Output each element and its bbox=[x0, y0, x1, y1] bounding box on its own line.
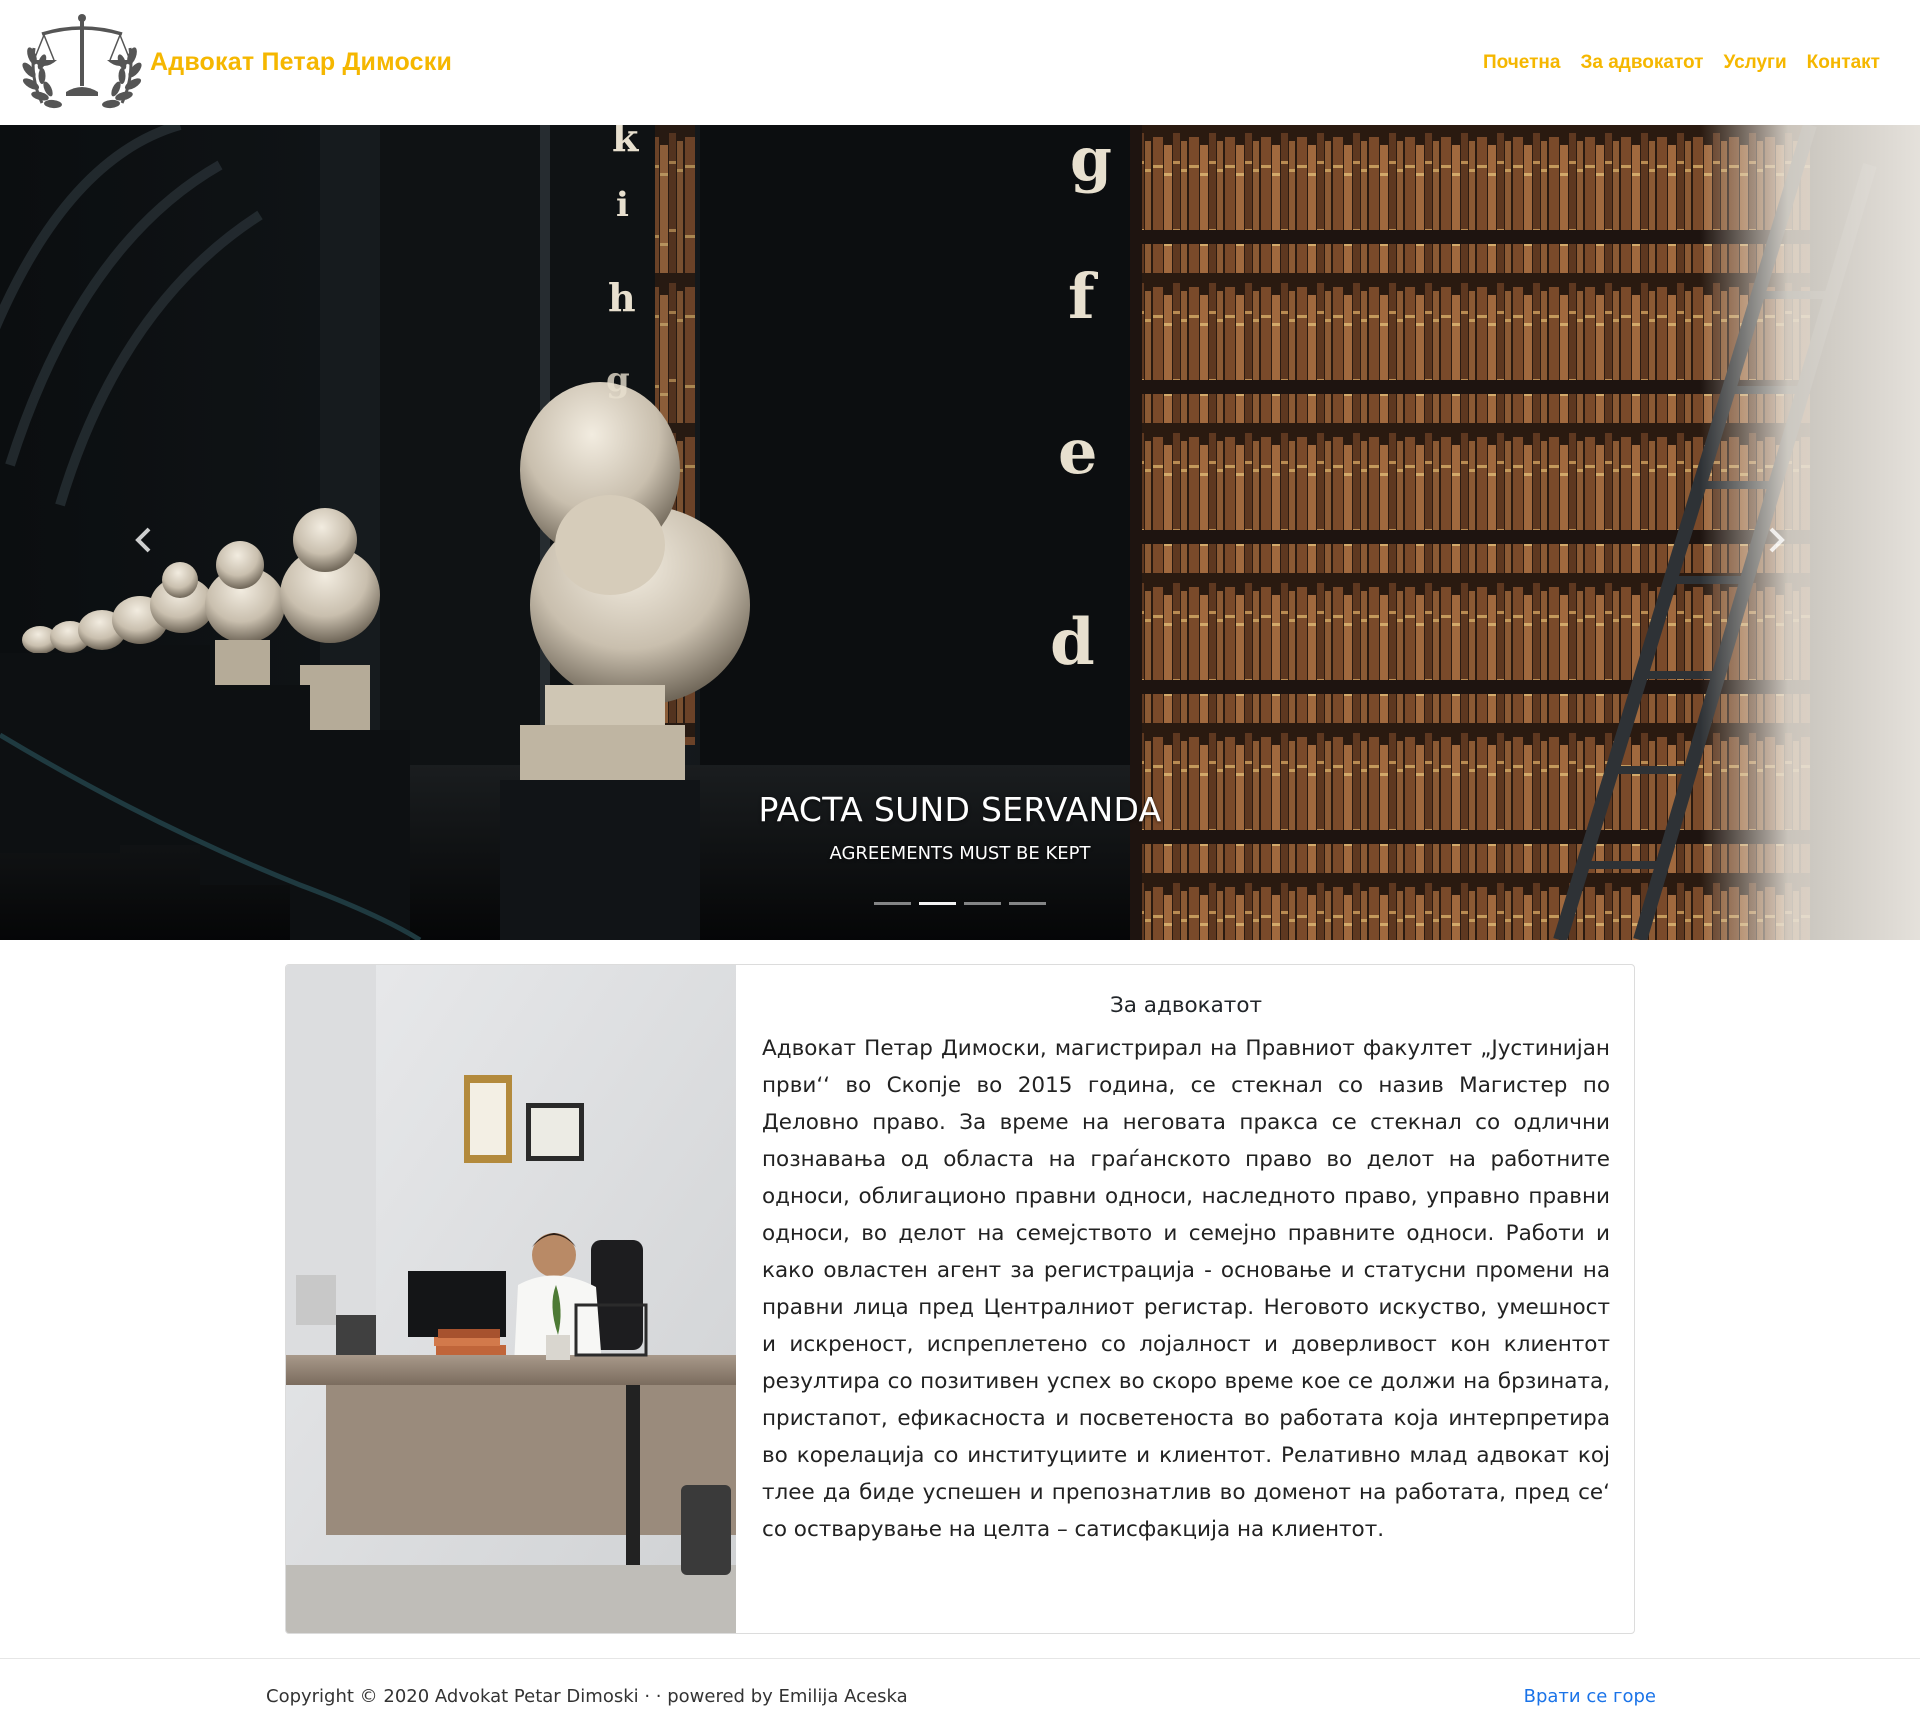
nav-link-services[interactable]: Услуги bbox=[1713, 44, 1796, 82]
nav-link-home[interactable]: Почетна bbox=[1473, 44, 1570, 82]
carousel-indicators bbox=[0, 902, 1920, 905]
hero-carousel: k i h g g f e d PACTA SUND SERVANDA AGRE… bbox=[0, 125, 1920, 940]
lawyer-office-photo bbox=[286, 965, 736, 1633]
carousel-indicator[interactable] bbox=[874, 902, 911, 905]
carousel-prev-button[interactable] bbox=[114, 510, 174, 570]
nav-link-contact[interactable]: Контакт bbox=[1797, 44, 1890, 82]
main-nav: Почетна За адвокатот Услуги Контакт bbox=[1473, 44, 1900, 82]
chevron-left-icon bbox=[135, 527, 151, 553]
carousel-next-button[interactable] bbox=[1746, 510, 1806, 570]
footer-divider bbox=[0, 1658, 1920, 1659]
navbar: Адвокат Петар Димоски Почетна За адвокат… bbox=[0, 0, 1920, 125]
about-card: За адвокатот Адвокат Петар Димоски, маги… bbox=[285, 964, 1635, 1634]
carousel-indicator[interactable] bbox=[1009, 902, 1046, 905]
brand-name: Адвокат Петар Димоски bbox=[150, 48, 453, 76]
footer-copyright: Copyright © 2020 Advokat Petar Dimoski ·… bbox=[266, 1686, 908, 1707]
carousel-caption-title: PACTA SUND SERVANDA bbox=[758, 790, 1162, 829]
carousel-caption-subtitle: AGREEMENTS MUST BE KEPT bbox=[829, 843, 1091, 864]
brand-link[interactable]: Адвокат Петар Димоски bbox=[20, 8, 452, 118]
back-to-top-link[interactable]: Врати се горе bbox=[1524, 1686, 1656, 1707]
about-text: Адвокат Петар Димоски, магистрирал на Пр… bbox=[762, 1036, 1610, 1542]
chevron-right-icon bbox=[1769, 527, 1785, 553]
footer: Copyright © 2020 Advokat Petar Dimoski ·… bbox=[266, 1686, 1656, 1707]
about-content: За адвокатот Адвокат Петар Димоски, маги… bbox=[762, 993, 1610, 1548]
carousel-indicator[interactable] bbox=[964, 902, 1001, 905]
nav-link-about[interactable]: За адвокатот bbox=[1570, 44, 1713, 82]
scales-of-justice-logo-icon bbox=[22, 13, 142, 108]
about-title: За адвокатот bbox=[1109, 993, 1263, 1018]
carousel-indicator-active[interactable] bbox=[919, 902, 956, 905]
